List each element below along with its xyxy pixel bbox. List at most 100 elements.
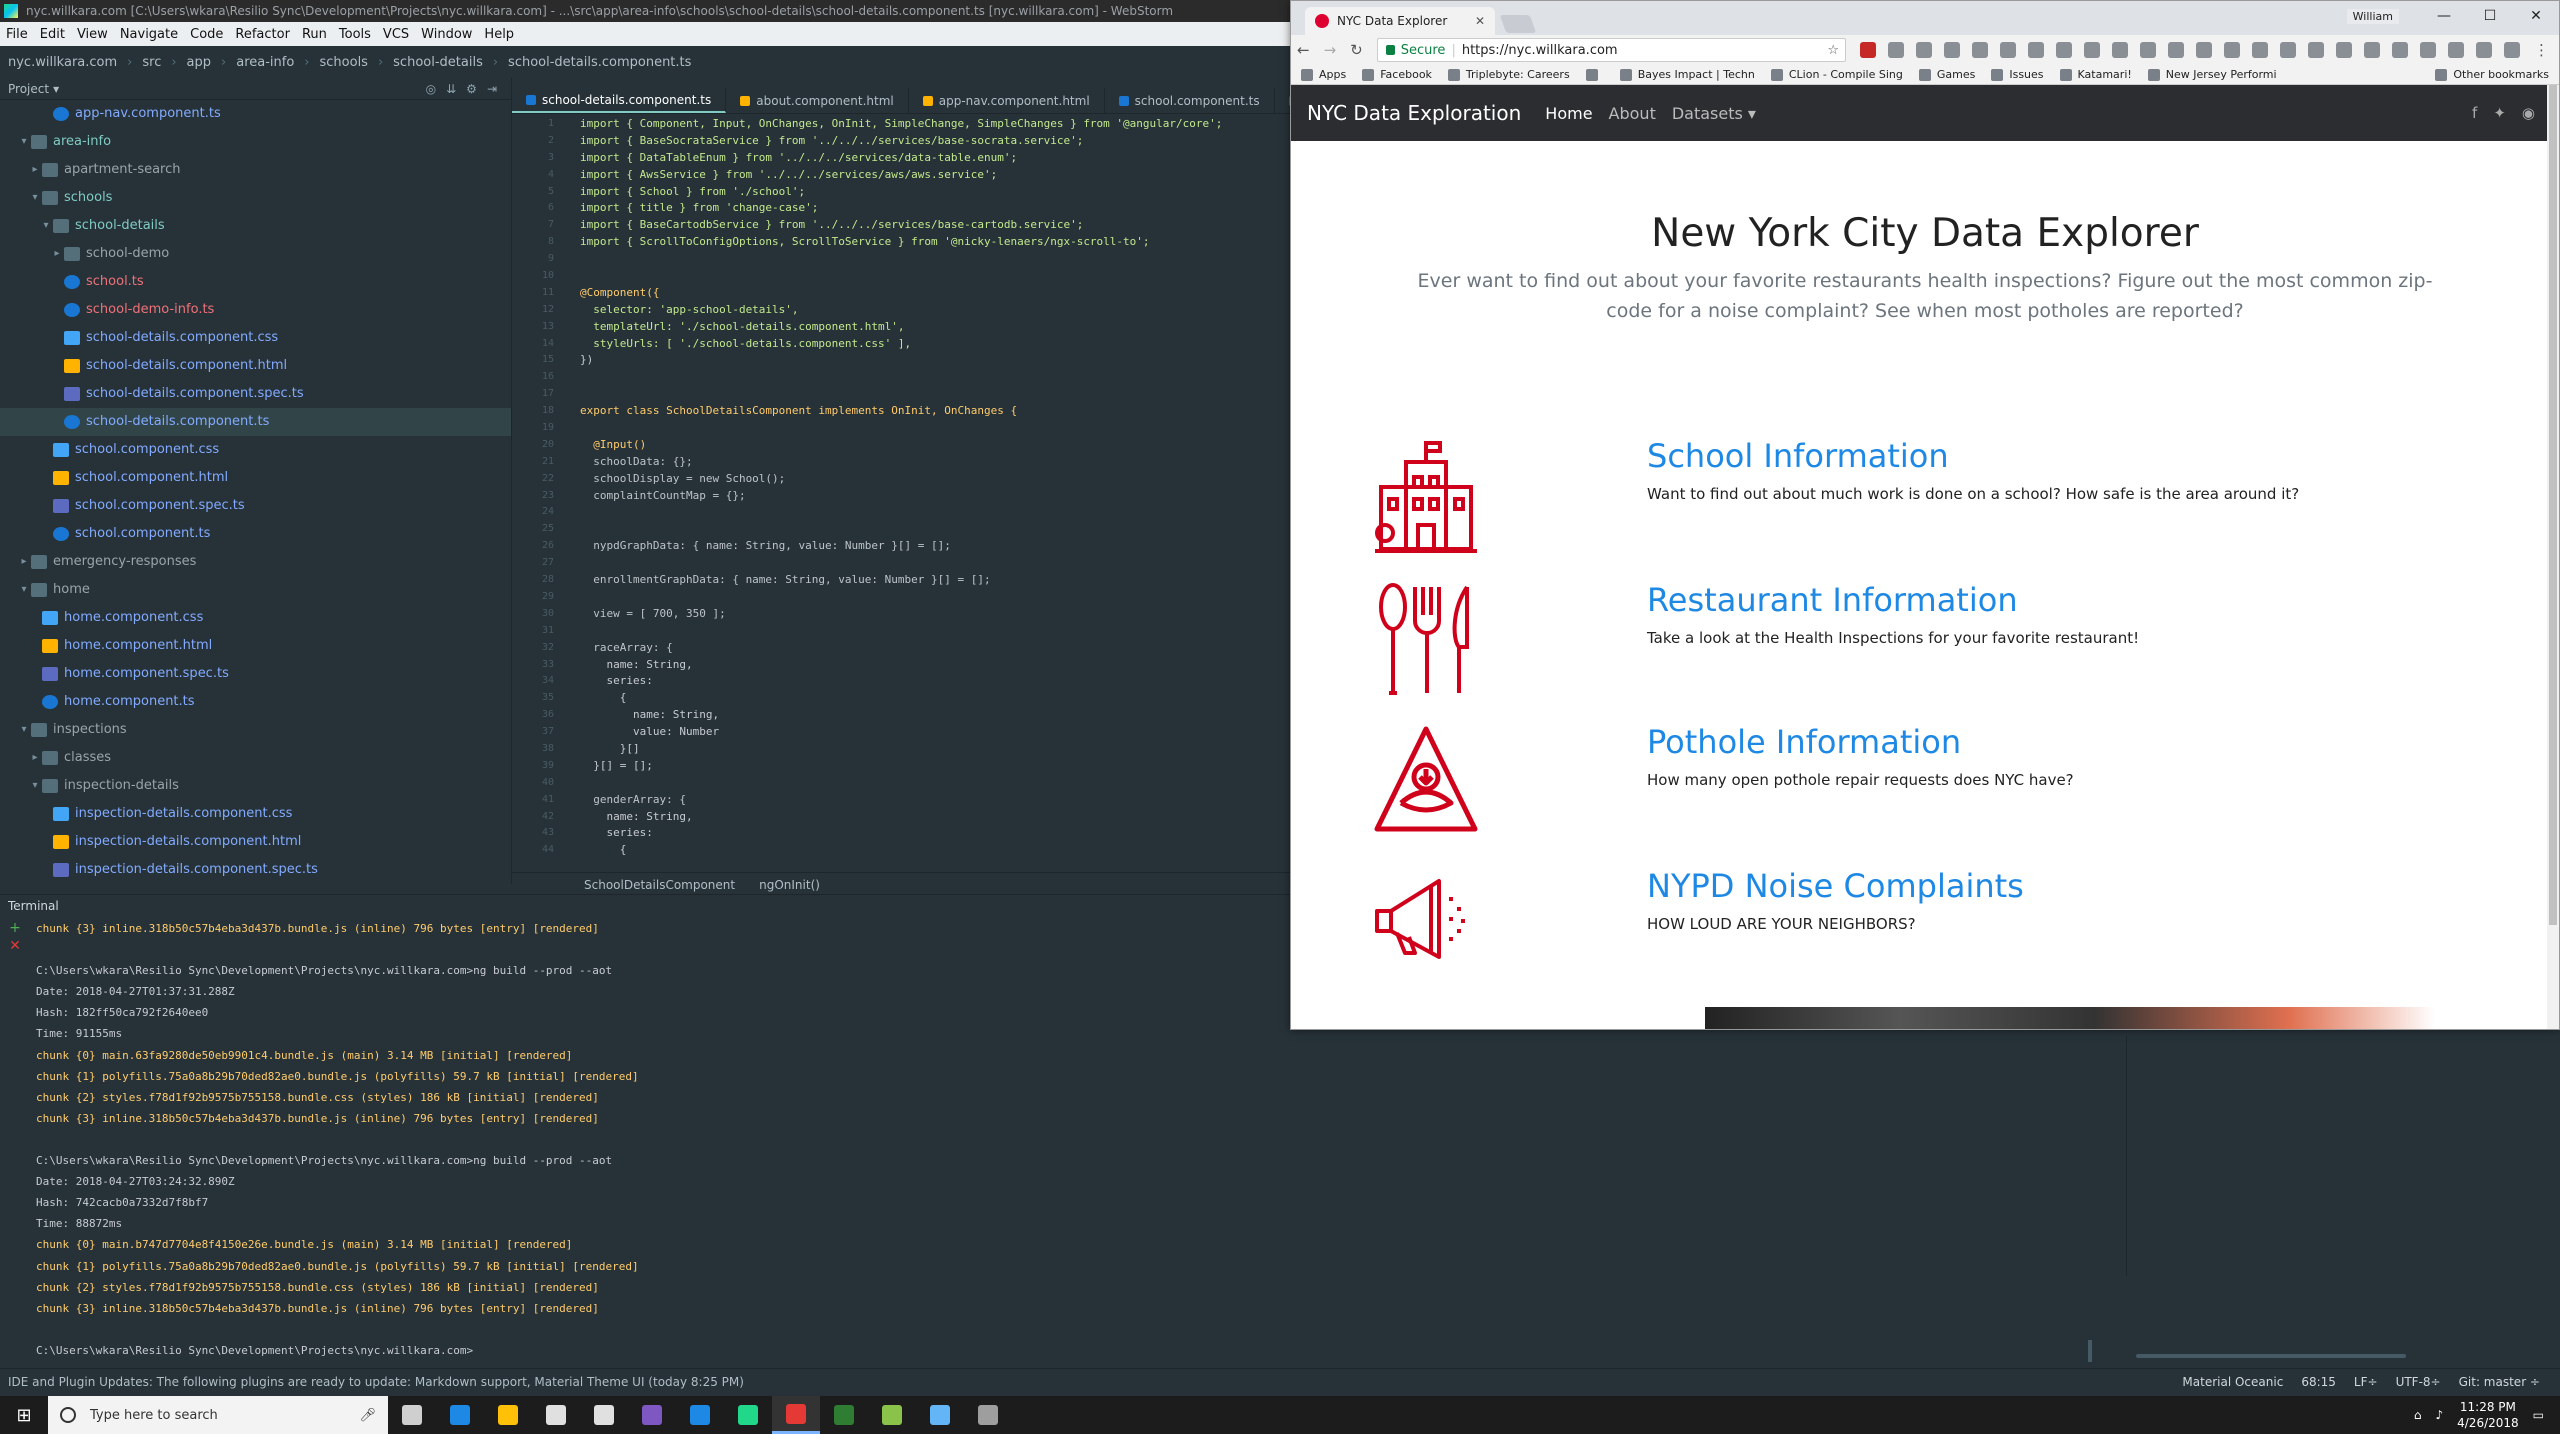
new-tab-button[interactable] xyxy=(1499,15,1537,33)
address-bar[interactable]: Secure | https://nyc.willkara.com ☆ xyxy=(1376,38,1846,62)
extension-icon[interactable] xyxy=(1888,42,1904,58)
extension-icon[interactable] xyxy=(1916,42,1932,58)
extension-icon[interactable] xyxy=(2084,42,2100,58)
tree-item[interactable]: school-details.component.spec.ts xyxy=(0,380,511,408)
breadcrumb-class[interactable]: SchoolDetailsComponent xyxy=(584,878,735,892)
taskbar-app[interactable] xyxy=(580,1396,628,1434)
taskbar-app[interactable] xyxy=(388,1396,436,1434)
profile-button[interactable]: William xyxy=(2346,9,2399,24)
add-terminal-icon[interactable]: + xyxy=(0,920,30,936)
tree-item[interactable]: ▾ school-details xyxy=(0,212,511,240)
tree-item[interactable]: school-details.component.html xyxy=(0,352,511,380)
gear-icon[interactable]: ⚙ xyxy=(466,82,477,96)
tree-item[interactable]: ▾ inspections xyxy=(0,716,511,744)
github-icon[interactable]: ◉ xyxy=(2522,104,2535,122)
expand-arrow-icon[interactable]: ▾ xyxy=(17,128,31,156)
notifications-icon[interactable]: ▭ xyxy=(2533,1408,2544,1422)
tree-item[interactable]: ▸ classes xyxy=(0,744,511,772)
tree-item[interactable]: home.component.ts xyxy=(0,688,511,716)
clock[interactable]: 11:28 PM 4/26/2018 xyxy=(2457,1399,2519,1431)
extension-icon[interactable] xyxy=(1944,42,1960,58)
site-brand[interactable]: NYC Data Exploration xyxy=(1307,101,1521,125)
editor-tab[interactable]: about.component.html xyxy=(726,88,909,113)
tree-item[interactable]: ▸ apartment-search xyxy=(0,156,511,184)
minimize-icon[interactable]: — xyxy=(2421,8,2467,24)
microphone-icon[interactable]: 🎤︎ xyxy=(359,1408,376,1423)
bookmark-item[interactable]: CLion - Compile Sing xyxy=(1770,68,1903,81)
tree-item[interactable]: school.component.spec.ts xyxy=(0,492,511,520)
editor-tab[interactable]: school-details.component.ts xyxy=(512,88,727,113)
expand-arrow-icon[interactable]: ▾ xyxy=(28,772,42,800)
taskbar-app[interactable] xyxy=(532,1396,580,1434)
tree-item[interactable]: inspection-details.component.spec.ts xyxy=(0,856,511,884)
bookmark-item[interactable] xyxy=(1585,68,1604,81)
menu-item-vcs[interactable]: VCS xyxy=(377,27,415,42)
windows-start-icon[interactable]: ⊞ xyxy=(0,1396,48,1434)
tree-item[interactable]: ▸ emergency-responses xyxy=(0,548,511,576)
extension-icon[interactable] xyxy=(2140,42,2156,58)
collapse-icon[interactable]: ⇊ xyxy=(446,82,456,96)
reload-icon[interactable]: ↻ xyxy=(1350,41,1363,59)
advertisement-banner[interactable] xyxy=(1705,1007,2435,1029)
bookmark-item[interactable]: Katamari! xyxy=(2059,68,2132,81)
breadcrumb-item[interactable]: app xyxy=(187,55,211,70)
network-icon[interactable]: ⌂ xyxy=(2414,1408,2422,1422)
tree-item[interactable]: school-details.component.css xyxy=(0,324,511,352)
menu-item-file[interactable]: File xyxy=(0,27,34,42)
status-item[interactable]: Git: master ÷ xyxy=(2459,1375,2540,1389)
menu-item-tools[interactable]: Tools xyxy=(333,27,377,42)
menu-item-code[interactable]: Code xyxy=(184,27,229,42)
status-item[interactable]: 68:15 xyxy=(2301,1375,2336,1389)
page-scrollbar[interactable] xyxy=(2547,85,2559,1029)
project-label[interactable]: Project xyxy=(8,82,49,96)
tree-item[interactable]: home.component.css xyxy=(0,604,511,632)
expand-arrow-icon[interactable]: ▾ xyxy=(28,184,42,212)
facebook-icon[interactable]: f xyxy=(2472,104,2477,122)
maximize-icon[interactable]: ☐ xyxy=(2467,8,2513,24)
extension-icon[interactable] xyxy=(2252,42,2268,58)
expand-arrow-icon[interactable]: ▸ xyxy=(17,548,31,576)
feature-title[interactable]: Restaurant Information xyxy=(1647,581,2018,619)
bookmark-item[interactable]: Issues xyxy=(1991,68,2044,81)
extension-icon[interactable] xyxy=(2168,42,2184,58)
extension-icon[interactable] xyxy=(2476,42,2492,58)
tree-item[interactable]: ▾ schools xyxy=(0,184,511,212)
nav-home[interactable]: Home xyxy=(1545,104,1592,123)
breadcrumb-item[interactable]: area-info xyxy=(236,55,294,70)
extension-icon[interactable] xyxy=(2112,42,2128,58)
taskbar-app[interactable] xyxy=(628,1396,676,1434)
extension-icon[interactable] xyxy=(1860,42,1876,58)
menu-item-refactor[interactable]: Refactor xyxy=(229,27,296,42)
terminal-scrollbar[interactable] xyxy=(2088,1340,2092,1362)
status-item[interactable]: UTF-8÷ xyxy=(2396,1375,2441,1389)
bookmark-item[interactable]: Facebook xyxy=(1362,68,1432,81)
tree-item[interactable]: ▾ inspection-details xyxy=(0,772,511,800)
extension-icon[interactable] xyxy=(2336,42,2352,58)
chrome-menu-icon[interactable]: ⋮ xyxy=(2534,41,2549,59)
extension-icon[interactable] xyxy=(2028,42,2044,58)
code-editor[interactable]: import { Component, Input, OnChanges, On… xyxy=(572,116,1300,872)
bookmark-star-icon[interactable]: ☆ xyxy=(1827,43,1839,58)
taskbar-app[interactable] xyxy=(964,1396,1012,1434)
taskbar-app[interactable] xyxy=(724,1396,772,1434)
hide-icon[interactable]: ⇥ xyxy=(487,82,497,96)
extension-icon[interactable] xyxy=(2280,42,2296,58)
back-icon[interactable]: ← xyxy=(1297,41,1310,59)
taskbar-app[interactable] xyxy=(436,1396,484,1434)
feature-title[interactable]: Pothole Information xyxy=(1647,723,1961,761)
breadcrumb-item[interactable]: school-details.component.ts xyxy=(508,55,691,70)
terminal-hscrollbar[interactable] xyxy=(2136,1354,2406,1358)
extension-icon[interactable] xyxy=(2308,42,2324,58)
tree-item[interactable]: school.component.ts xyxy=(0,520,511,548)
taskbar-app[interactable] xyxy=(868,1396,916,1434)
tree-item[interactable]: school.component.html xyxy=(0,464,511,492)
expand-arrow-icon[interactable]: ▸ xyxy=(50,240,64,268)
tree-item[interactable]: home.component.html xyxy=(0,632,511,660)
breadcrumb-item[interactable]: src xyxy=(142,55,161,70)
forward-icon[interactable]: → xyxy=(1324,41,1337,59)
menu-item-edit[interactable]: Edit xyxy=(34,27,71,42)
extension-icon[interactable] xyxy=(2364,42,2380,58)
breadcrumb-method[interactable]: ngOnInit() xyxy=(759,878,820,892)
menu-item-window[interactable]: Window xyxy=(415,27,478,42)
taskbar-app[interactable] xyxy=(484,1396,532,1434)
